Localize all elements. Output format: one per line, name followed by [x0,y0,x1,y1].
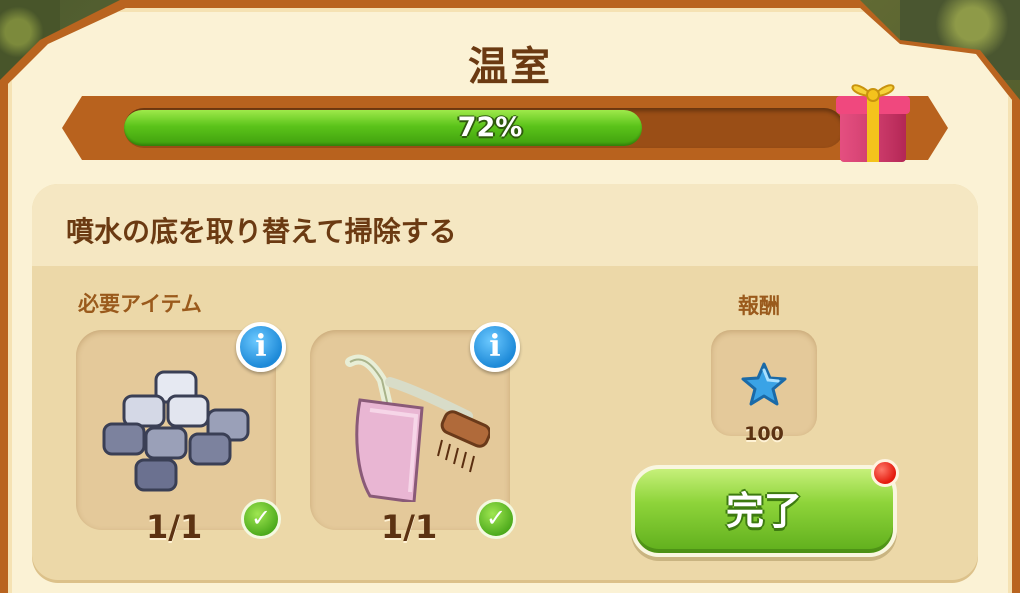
blue-star-icon [741,362,787,406]
reward-slot [711,330,817,436]
check-icon: ✓ [241,499,281,539]
task-header: 噴水の底を取り替えて掃除する [32,184,978,266]
reward-value: 100 [744,423,784,445]
task-description: 噴水の底を取り替えて掃除する [66,215,457,248]
complete-button[interactable]: 完了 [631,465,897,557]
paving-stones-icon [102,370,250,492]
info-icon[interactable]: i [236,322,286,372]
notification-dot [871,459,899,487]
reward-label: 報酬 [738,294,780,318]
item-count: 1/1 [146,508,203,546]
check-icon: ✓ [476,499,516,539]
item-count: 1/1 [381,508,438,546]
dustpan-brush-icon [345,354,490,502]
required-items-label: 必要アイテム [78,292,202,316]
info-icon[interactable]: i [470,322,520,372]
complete-button-label: 完了 [725,489,802,533]
gift-box-icon[interactable] [832,66,914,166]
progress-label: 72% [457,112,523,143]
